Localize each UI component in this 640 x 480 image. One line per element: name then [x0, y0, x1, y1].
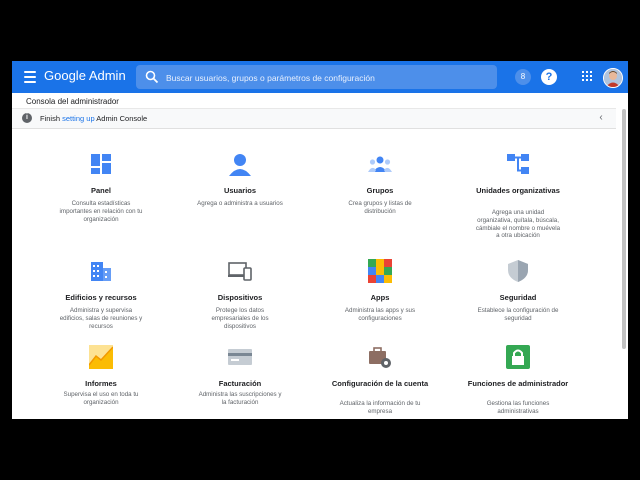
- card-title: Apps: [370, 293, 390, 302]
- banner-text: Finish setting up Admin Console: [40, 114, 147, 123]
- card-title: Dispositivos: [217, 293, 263, 302]
- collapse-chevron-icon[interactable]: ‹: [594, 111, 608, 125]
- banner-text-pre: Finish: [40, 114, 63, 123]
- card-title: Seguridad: [499, 293, 537, 302]
- search-icon: [145, 70, 159, 84]
- card-description: Agrega o administra a usuarios: [197, 200, 283, 207]
- card-description: Administra y supervisa edificios, salas …: [59, 307, 143, 330]
- billing-card-icon: [228, 349, 252, 365]
- card-description: Supervisa el uso en toda tu organización: [63, 391, 139, 406]
- scrollbar[interactable]: [622, 109, 626, 349]
- card-title: Grupos: [366, 186, 394, 195]
- groups-icon: [368, 156, 392, 172]
- card-description: Crea grupos y listas de distribución: [348, 200, 412, 215]
- info-icon: i: [22, 113, 32, 123]
- card-description: Protege los datos empresariales de los d…: [211, 307, 269, 330]
- app-bar: Google Admin 8 ?: [12, 61, 628, 93]
- setup-link[interactable]: setting up: [62, 114, 95, 123]
- admin-roles-lock-icon: [506, 345, 530, 369]
- card-description: Agrega una unidad organizativa, quítala,…: [475, 209, 561, 240]
- card-title: Facturación: [218, 379, 262, 388]
- card-title: Edificios y recursos: [65, 293, 137, 302]
- reports-chart-icon: [89, 345, 113, 369]
- setup-banner: i Finish setting up Admin Console ‹: [12, 108, 616, 129]
- user-icon: [229, 154, 251, 176]
- card-title: Usuarios: [223, 186, 257, 195]
- main-menu-icon[interactable]: [22, 69, 38, 85]
- card-description: Administra las suscripciones y la factur…: [198, 391, 282, 406]
- breadcrumb[interactable]: Consola del administrador: [26, 97, 119, 106]
- card-title: Unidades organizativas: [476, 186, 560, 195]
- card-title: Configuración de la cuenta: [331, 379, 429, 388]
- card-description: Consulta estadísticas importantes en rel…: [59, 200, 143, 223]
- admin-console-window: Google Admin 8 ? Consola del administrad…: [12, 61, 628, 419]
- card-title: Funciones de administrador: [467, 379, 569, 388]
- apps-grid-icon[interactable]: [582, 71, 592, 81]
- devices-icon: [228, 262, 252, 281]
- buildings-icon: [91, 262, 111, 281]
- help-icon[interactable]: ?: [541, 69, 557, 85]
- apps-icon: [368, 259, 392, 283]
- dashboard-icon: [91, 154, 111, 174]
- card-title: Panel: [90, 186, 111, 195]
- security-shield-icon: [508, 260, 528, 282]
- card-description: Administra las apps y sus configuracione…: [344, 307, 416, 322]
- brand-google: Google: [44, 68, 86, 83]
- org-units-icon: [507, 154, 529, 174]
- card-description: Actualiza la información de tu empresa: [339, 400, 421, 415]
- card-title: Informes: [85, 379, 117, 388]
- brand-admin: Admin: [88, 68, 126, 83]
- search-input[interactable]: [164, 65, 488, 91]
- banner-text-post: Admin Console: [94, 114, 148, 123]
- avatar[interactable]: [603, 68, 623, 88]
- account-settings-icon: [369, 347, 391, 368]
- notifications-icon[interactable]: 8: [515, 69, 531, 85]
- search-box[interactable]: [136, 65, 497, 91]
- card-description: Establece la configuración de seguridad: [477, 307, 559, 322]
- google-admin-logo[interactable]: Google Admin: [44, 68, 126, 83]
- card-description: Gestiona las funciones administrativas: [486, 400, 550, 415]
